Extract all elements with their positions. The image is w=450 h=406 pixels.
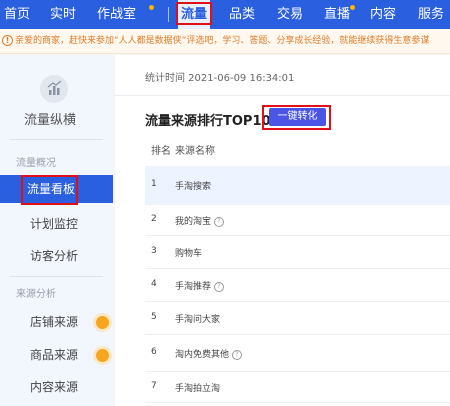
row-source-name: 手淘拍立淘 <box>175 381 220 394</box>
sidebar-item-visitor-analysis[interactable]: 访客分析 <box>0 242 113 270</box>
nav-item-war-room[interactable]: 作战室 <box>97 0 136 29</box>
column-header-source: 来源名称 <box>175 146 215 157</box>
sidebar-item-label: 店铺来源 <box>30 315 79 329</box>
row-source-label: 手淘推荐 <box>175 282 212 292</box>
table-row[interactable]: 6 淘内免费其他? <box>145 335 450 372</box>
sidebar-item-traffic-board[interactable]: 流量看板 <box>0 175 113 203</box>
nav-notification-dot <box>350 5 355 10</box>
divider <box>10 139 103 140</box>
help-icon[interactable]: ? <box>214 281 225 292</box>
sidebar-section-source: 来源分析 <box>16 289 56 300</box>
row-source-name: 手淘搜索 <box>175 179 211 192</box>
divider <box>10 276 103 277</box>
nav-item-realtime[interactable]: 实时 <box>50 0 76 29</box>
row-rank: 4 <box>151 279 157 289</box>
new-dot-icon <box>96 349 109 362</box>
nav-item-traffic[interactable]: 流量 <box>178 0 211 29</box>
sidebar-item-plan-monitor[interactable]: 计划监控 <box>0 210 113 238</box>
sidebar: 流量纵横 流量概况 流量看板 计划监控 访客分析 来源分析 店铺来源 商品来源 … <box>0 55 113 406</box>
nav-separator <box>168 7 169 22</box>
sidebar-item-label: 计划监控 <box>30 217 79 231</box>
nav-item-content[interactable]: 内容 <box>370 0 396 29</box>
sidebar-item-label: 访客分析 <box>30 249 79 263</box>
chart-icon <box>40 75 68 103</box>
top-nav: 首页 实时 作战室 流量 品类 交易 直播 内容 服务 <box>0 0 450 29</box>
panel-title: 流量来源排行TOP10 <box>145 114 271 129</box>
table-row[interactable]: 7 手淘拍立淘 <box>145 372 450 403</box>
nav-item-transaction[interactable]: 交易 <box>277 0 303 29</box>
row-source-name: 淘内免费其他? <box>175 347 243 360</box>
sidebar-item-label: 内容来源 <box>30 380 79 394</box>
row-source-name: 手淘问大家 <box>175 312 220 325</box>
row-source-name: 手淘推荐? <box>175 279 225 292</box>
nav-item-service[interactable]: 服务 <box>418 0 444 29</box>
row-source-label: 手淘搜索 <box>175 182 212 192</box>
row-source-name: 购物车 <box>175 246 202 259</box>
row-source-label: 购物车 <box>175 249 203 259</box>
notice-text[interactable]: 亲爱的商家，赶快来参加“人人都是数据侠”评选吧，学习、答题、分享成长经验，就能继… <box>15 29 429 53</box>
row-rank: 7 <box>151 381 157 391</box>
table-row[interactable]: 5 手淘问大家 <box>145 302 450 335</box>
help-icon[interactable]: ? <box>232 349 243 360</box>
sidebar-item-label: 商品来源 <box>30 348 79 362</box>
row-source-label: 我的淘宝 <box>175 217 212 227</box>
row-rank: 1 <box>151 179 157 189</box>
new-dot-icon <box>96 316 109 329</box>
row-source-label: 手淘拍立淘 <box>175 384 221 394</box>
row-source-name: 我的淘宝? <box>175 214 225 227</box>
table-header: 排名 来源名称 <box>145 139 450 165</box>
sidebar-item-label: 流量看板 <box>27 182 76 196</box>
nav-item-live[interactable]: 直播 <box>324 0 350 29</box>
column-header-rank: 排名 <box>151 146 171 157</box>
nav-item-home[interactable]: 首页 <box>4 0 30 29</box>
divider <box>115 95 450 96</box>
table-row[interactable]: 3 购物车 <box>145 236 450 269</box>
row-rank: 3 <box>151 246 157 256</box>
table-row[interactable]: 4 手淘推荐? <box>145 269 450 302</box>
row-rank: 5 <box>151 312 157 322</box>
nav-item-category[interactable]: 品类 <box>229 0 255 29</box>
row-rank: 6 <box>151 347 157 357</box>
help-icon[interactable]: ? <box>214 216 225 227</box>
sidebar-item-content-source[interactable]: 内容来源 <box>0 373 113 401</box>
row-source-label: 淘内免费其他 <box>175 350 230 360</box>
row-rank: 2 <box>151 214 157 224</box>
table-row[interactable]: 1 手淘搜索 <box>145 166 450 205</box>
sidebar-title: 流量纵横 <box>23 113 76 128</box>
nav-notification-dot <box>149 5 154 10</box>
row-source-label: 手淘问大家 <box>175 315 221 325</box>
table-row[interactable]: 2 我的淘宝? <box>145 205 450 236</box>
sidebar-section-overview: 流量概况 <box>16 158 56 169</box>
one-click-convert-button[interactable]: 一键转化 <box>269 108 326 126</box>
main-panel: 统计时间 2021-06-09 16:34:01 流量来源排行TOP10 一键转… <box>115 55 450 406</box>
notice-bar: ! 亲爱的商家，赶快来参加“人人都是数据侠”评选吧，学习、答题、分享成长经验，就… <box>0 29 450 54</box>
stat-time: 统计时间 2021-06-09 16:34:01 <box>145 73 295 84</box>
alert-icon: ! <box>2 35 13 46</box>
